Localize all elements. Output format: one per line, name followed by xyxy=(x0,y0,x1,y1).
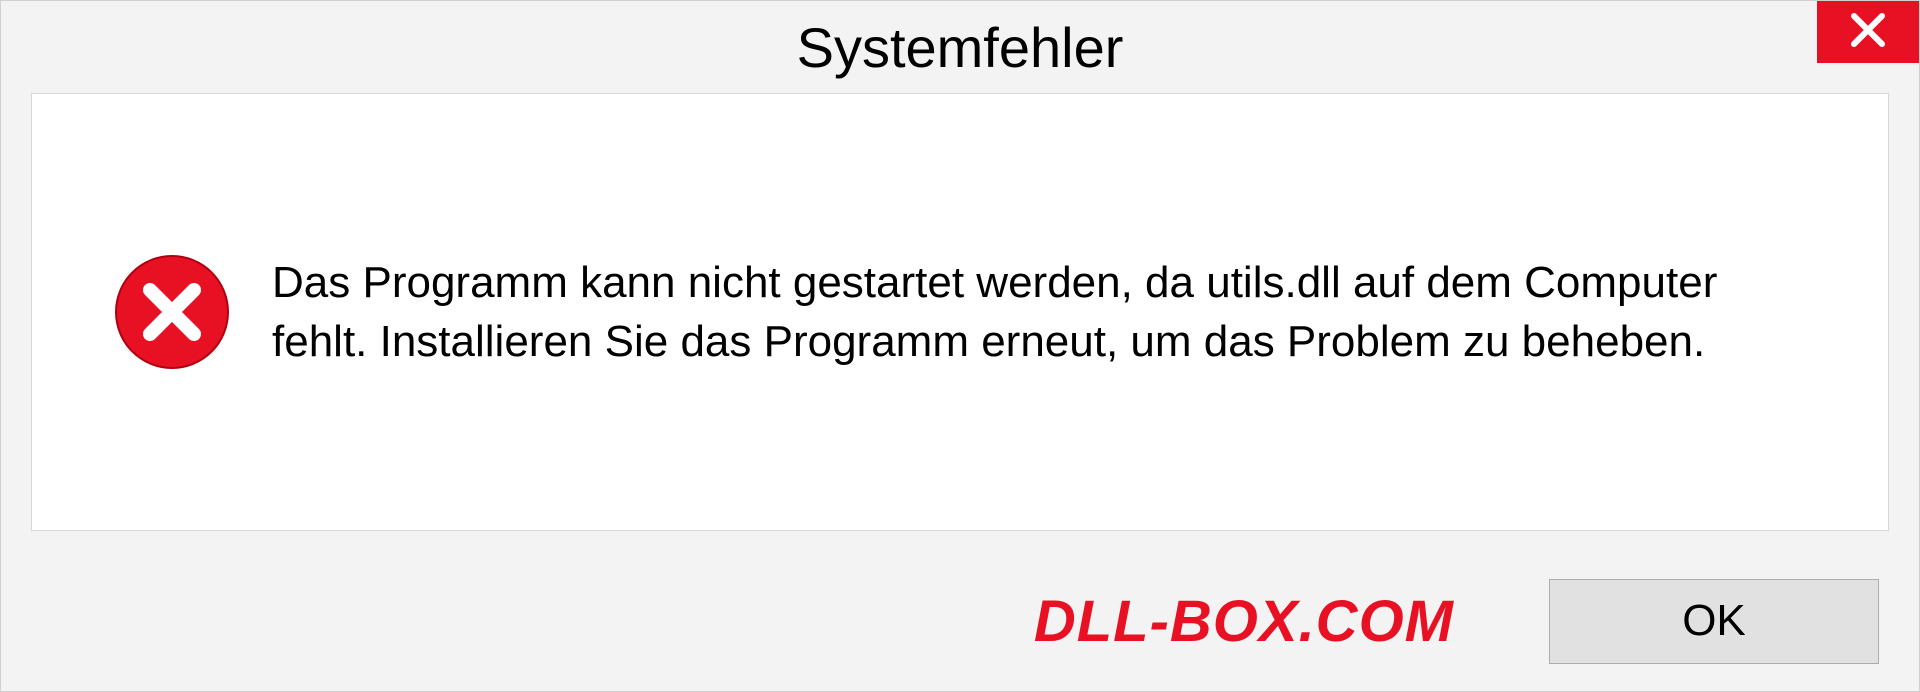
error-icon xyxy=(112,252,232,372)
ok-button-label: OK xyxy=(1682,596,1746,646)
ok-button[interactable]: OK xyxy=(1549,579,1879,664)
watermark-text: DLL-BOX.COM xyxy=(1034,588,1454,655)
close-button[interactable] xyxy=(1817,1,1919,63)
dialog-footer: DLL-BOX.COM OK xyxy=(1,561,1919,691)
dialog-title: Systemfehler xyxy=(797,15,1124,80)
content-area: Das Programm kann nicht gestartet werden… xyxy=(31,93,1889,531)
close-icon xyxy=(1848,10,1888,55)
titlebar: Systemfehler xyxy=(1,1,1919,93)
error-dialog: Systemfehler Das Programm kann nicht ges… xyxy=(0,0,1920,692)
error-message: Das Programm kann nicht gestartet werden… xyxy=(272,253,1808,372)
